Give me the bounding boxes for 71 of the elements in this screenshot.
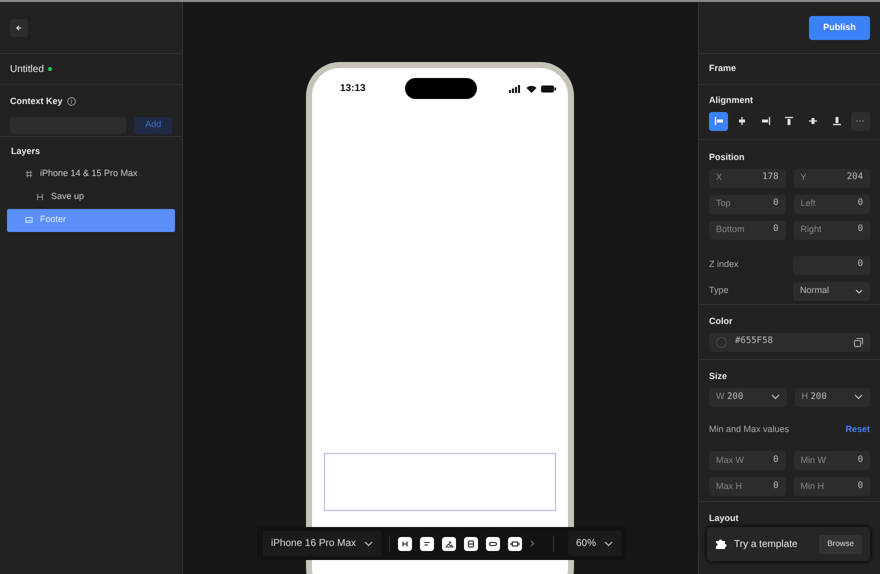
- align-right-icon: [760, 116, 771, 126]
- z-index-label: Z index: [709, 258, 739, 272]
- caret-icon: [364, 540, 374, 546]
- copy-icon[interactable]: [854, 338, 863, 346]
- caret-icon: [855, 288, 863, 294]
- caret-icon: [604, 540, 613, 546]
- layer-item[interactable]: Save up: [7, 186, 175, 208]
- status-time: 13:13: [340, 82, 366, 96]
- text-tool-button[interactable]: [420, 536, 434, 550]
- context-key-label: Context Key: [10, 95, 63, 108]
- browse-button[interactable]: Browse: [819, 534, 862, 554]
- reset-link[interactable]: Reset: [845, 422, 870, 436]
- layers-heading: Layers: [10, 145, 42, 158]
- number-field[interactable]: Top 0: [709, 194, 786, 214]
- align-center-h-icon: [737, 116, 748, 126]
- number-field[interactable]: Bottom 0: [709, 220, 786, 240]
- width-dropdown[interactable]: W 200: [709, 388, 786, 406]
- battery-icon: [540, 84, 556, 92]
- number-field[interactable]: Left 0: [794, 194, 870, 214]
- size-heading: Size: [709, 370, 728, 383]
- number-field[interactable]: X 178: [709, 168, 786, 188]
- frame-heading: Frame: [709, 62, 736, 76]
- layout-heading: Layout: [709, 512, 740, 525]
- caret-icon: [770, 394, 780, 400]
- card-tool-button[interactable]: [508, 536, 522, 550]
- device-dropdown[interactable]: iPhone 16 Pro Max: [263, 531, 382, 556]
- type-label: Type: [709, 284, 729, 298]
- position-heading: Position: [709, 151, 746, 164]
- heading-icon: [400, 538, 410, 548]
- number-field[interactable]: Min W 0: [794, 451, 870, 470]
- number-field[interactable]: Right 0: [794, 220, 870, 240]
- align-center-v-icon: [808, 116, 818, 126]
- layer-item[interactable]: iPhone 14 & 15 Pro Max: [7, 162, 175, 186]
- heading-layer-icon: [36, 193, 44, 201]
- chevron-right-icon[interactable]: [530, 540, 536, 547]
- project-title: Untitled: [10, 62, 44, 76]
- align-top-icon: [784, 116, 794, 126]
- image-icon: [444, 538, 454, 548]
- puzzle-icon: [715, 538, 727, 550]
- number-field[interactable]: Max H 0: [709, 477, 786, 496]
- z-index-field[interactable]: 0: [793, 256, 870, 274]
- back-arrow-icon: [16, 24, 22, 32]
- heading-tool-button[interactable]: [398, 536, 412, 550]
- stack-icon: [466, 538, 476, 548]
- alignment-heading: Alignment: [709, 94, 754, 107]
- number-field[interactable]: Min H 0: [794, 477, 870, 496]
- card-icon: [510, 538, 520, 548]
- min-max-label: Min and Max values: [709, 422, 790, 436]
- signal-icon: [508, 84, 522, 92]
- zoom-dropdown[interactable]: 60%: [568, 531, 621, 556]
- color-heading: Color: [709, 315, 734, 328]
- color-swatch[interactable]: [716, 336, 727, 348]
- align-left-button[interactable]: [709, 112, 728, 130]
- info-icon: [66, 97, 76, 106]
- number-field[interactable]: Max W 0: [709, 451, 786, 470]
- type-dropdown[interactable]: Normal: [793, 282, 870, 300]
- align-left-icon: [714, 116, 724, 126]
- align-bottom-icon: [832, 116, 842, 126]
- image-tool-button[interactable]: [442, 536, 456, 550]
- back-button[interactable]: [10, 18, 28, 36]
- frame-layer-icon: [25, 170, 33, 178]
- wifi-icon: [526, 84, 537, 92]
- number-field[interactable]: Y 204: [794, 168, 870, 188]
- stack-tool-button[interactable]: [464, 536, 478, 550]
- footer-layer-icon: [25, 216, 33, 224]
- publish-button[interactable]: Publish: [809, 16, 870, 40]
- height-dropdown[interactable]: H 200: [794, 388, 870, 406]
- color-field[interactable]: #655F58: [709, 332, 870, 352]
- caret-icon: [854, 394, 863, 400]
- button-tool-button[interactable]: [486, 536, 500, 550]
- template-text: Try a template: [734, 538, 798, 552]
